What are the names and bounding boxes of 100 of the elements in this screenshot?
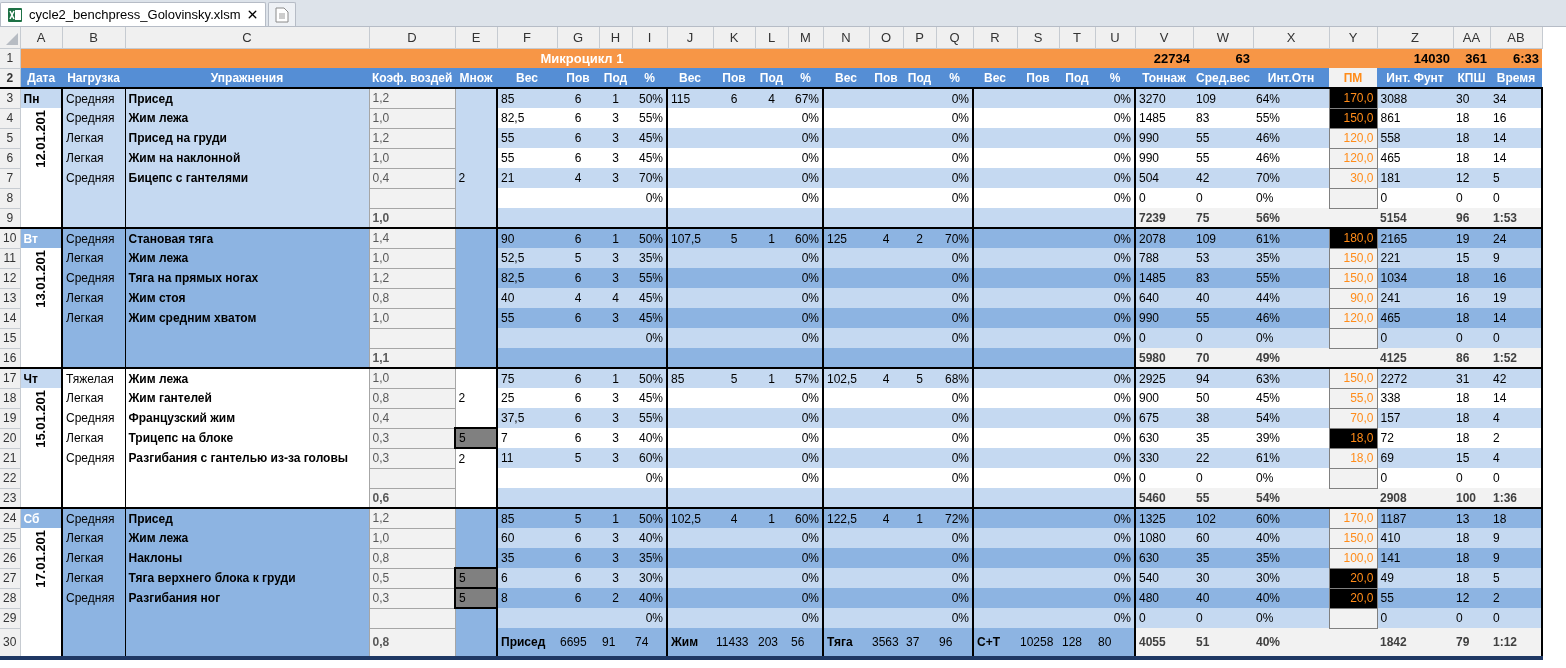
table-cell: 0% [936,168,973,188]
table-cell: 1,4 [369,228,455,248]
table-cell: Трицепс на блоке [125,428,369,448]
table-cell: 53 [1193,248,1253,268]
table-cell: 157 [1377,408,1453,428]
table-cell: 3 [599,168,632,188]
table-cell: 55 [1193,148,1253,168]
table-cell: 45% [632,148,667,168]
table-cell: 55% [632,108,667,128]
table-cell: 51 [1193,628,1253,658]
table-cell: 30 [1193,568,1253,588]
row-number: 8 [0,188,20,208]
table-cell: 55 [1193,128,1253,148]
table-cell: 6 [557,548,599,568]
day-label: Чт [20,368,62,388]
table-cell: 75 [1193,208,1253,228]
table-cell: 80 [1095,628,1135,658]
row-number: 29 [0,608,20,628]
table-cell: 0% [1095,148,1135,168]
table-cell: 5 [713,228,755,248]
table-cell: 60% [788,228,823,248]
table-cell: 465 [1377,148,1453,168]
table-cell: 46% [1253,128,1329,148]
table-cell: 5 [713,368,755,388]
table-cell: 70% [1253,168,1329,188]
table-cell: Жим на наклонной [125,148,369,168]
table-cell: 0% [632,188,667,208]
table-cell: 40 [1193,288,1253,308]
date-label: 13.01.201 [32,250,49,308]
table-cell: 40% [1253,588,1329,608]
table-cell: 18 [1453,108,1490,128]
table-cell: 0% [1095,428,1135,448]
table-cell: 0% [1095,508,1135,528]
column-header: J [667,27,713,48]
table-cell: Легкая [62,388,125,408]
table-cell: 35% [632,248,667,268]
table-cell: 1,1 [369,348,455,368]
row-number: 7 [0,168,20,188]
table-cell: Средняя [62,508,125,528]
table-cell: 1 [599,508,632,528]
table-cell: 18 [1453,528,1490,548]
table-cell: 6 [557,88,599,108]
table-cell: 90,0 [1329,288,1377,308]
table-cell: 0% [936,308,973,328]
table-cell: Средняя [62,168,125,188]
table-cell: 55 [1193,308,1253,328]
column-header: B [62,27,125,48]
table-cell: 12 [1453,168,1490,188]
table-cell: 46% [1253,308,1329,328]
column-title: Вес [667,68,713,88]
table-cell: 6 [557,108,599,128]
table-cell: Присед [125,508,369,528]
table-cell: 1,0 [369,368,455,388]
table-cell: 30,0 [1329,168,1377,188]
table-cell: Жим лежа [125,528,369,548]
table-cell: Легкая [62,148,125,168]
table-cell: 1,0 [369,208,455,228]
file-tab[interactable] [268,2,297,26]
table-cell: 2 [455,388,497,408]
table-cell: 0 [1377,188,1453,208]
table-cell: 0% [936,148,973,168]
column-title: Пов [869,68,903,88]
file-tab[interactable]: cycle2_benchpress_Golovinsky.xlsm [0,2,267,26]
table-cell: 6 [557,228,599,248]
table-cell: 3 [599,568,632,588]
table-cell: 0% [936,528,973,548]
column-header: F [497,27,557,48]
table-cell: Бицепс с гантелями [125,168,369,188]
row-number: 4 [0,108,20,128]
table-cell: 4055 [1135,628,1193,658]
table-cell: 0% [1095,608,1135,628]
table-cell: 3 [599,268,632,288]
column-title: % [1095,68,1135,88]
table-cell: 0% [788,588,823,608]
table-cell: 0% [788,428,823,448]
table-cell: 0 [1193,328,1253,348]
table-cell: 64% [1253,88,1329,108]
table-cell: Тяжелая [62,368,125,388]
table-cell: Средняя [62,588,125,608]
table-cell: 0% [936,128,973,148]
table-cell: С+Т [973,628,1017,658]
table-cell: 30 [1453,88,1490,108]
table-cell: 6 [557,528,599,548]
table-cell: 50% [632,508,667,528]
table-cell: 4 [599,288,632,308]
row-number: 12 [0,268,20,288]
table-cell: 361 [1453,48,1490,68]
table-cell: Тяга [823,628,869,658]
column-title: Под [599,68,632,88]
table-cell: 0% [1095,568,1135,588]
table-cell: 4 [557,288,599,308]
table-cell: 38 [1193,408,1253,428]
table-cell: 0% [1095,408,1135,428]
table-cell: 3 [599,108,632,128]
table-cell: 14030 [1377,48,1453,68]
column-header: E [455,27,497,48]
table-cell: 2272 [1377,368,1453,388]
table-cell: 1 [755,368,788,388]
table-cell: 3 [599,148,632,168]
table-cell: Легкая [62,288,125,308]
